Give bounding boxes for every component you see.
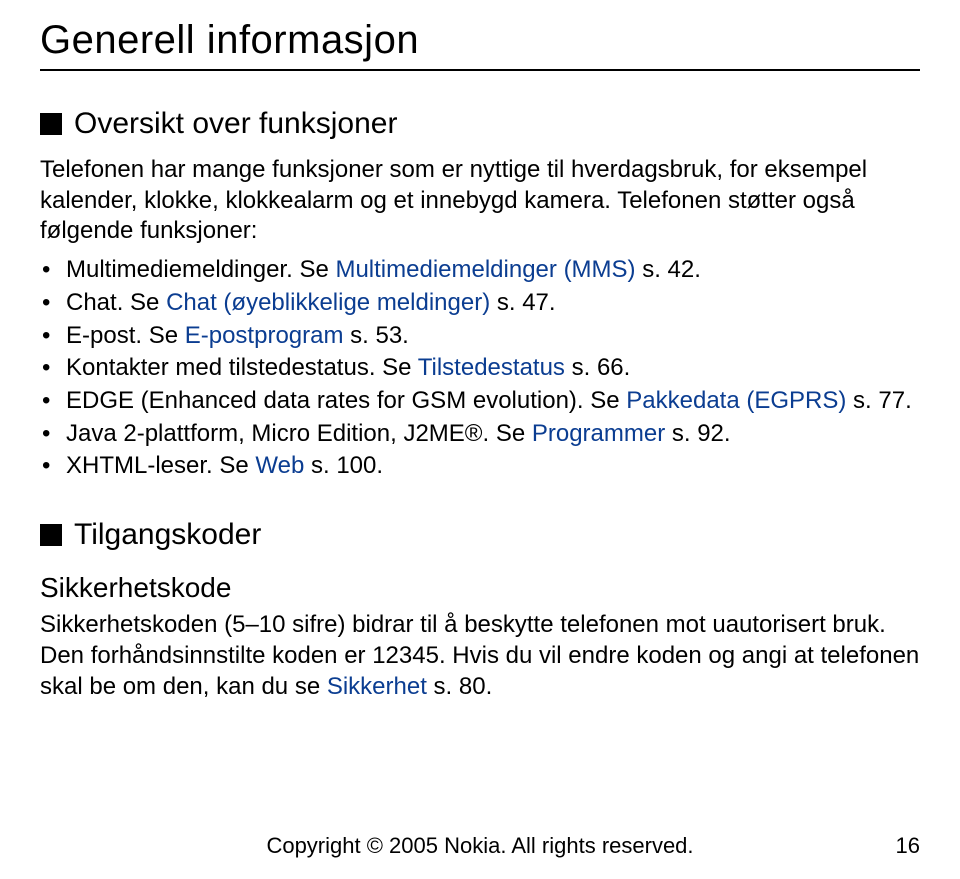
section-heading: Tilgangskoder bbox=[40, 518, 920, 552]
link-sikkerhet[interactable]: Sikkerhet bbox=[327, 673, 427, 700]
list-item-text: Multimediemeldinger. Se bbox=[66, 256, 335, 283]
list-item: Multimediemeldinger. Se Multimediemeldin… bbox=[40, 255, 920, 286]
list-item: EDGE (Enhanced data rates for GSM evolut… bbox=[40, 386, 920, 417]
link-web[interactable]: Web bbox=[255, 452, 304, 479]
list-item-text: Chat. Se bbox=[66, 289, 166, 316]
list-item-suffix: s. 53. bbox=[343, 322, 408, 349]
copyright-footer: Copyright © 2005 Nokia. All rights reser… bbox=[0, 833, 960, 859]
section-heading-text: Oversikt over funksjoner bbox=[74, 107, 397, 141]
list-item-suffix: s. 47. bbox=[490, 289, 555, 316]
list-item-text: XHTML-leser. Se bbox=[66, 452, 255, 479]
intro-paragraph: Telefonen har mange funksjoner som er ny… bbox=[40, 155, 920, 247]
section-tilgangskoder: Tilgangskoder Sikkerhetskode Sikkerhetsk… bbox=[40, 518, 920, 702]
list-item: Chat. Se Chat (øyeblikkelige meldinger) … bbox=[40, 288, 920, 319]
link-pakkedata[interactable]: Pakkedata (EGPRS) bbox=[626, 387, 846, 414]
list-item: Kontakter med tilstedestatus. Se Tilsted… bbox=[40, 353, 920, 384]
list-item-suffix: s. 77. bbox=[846, 387, 911, 414]
list-item-text: Java 2-plattform, Micro Edition, J2ME®. … bbox=[66, 420, 532, 447]
square-bullet-icon bbox=[40, 524, 62, 546]
list-item: XHTML-leser. Se Web s. 100. bbox=[40, 451, 920, 482]
body-suffix: s. 80. bbox=[427, 673, 492, 700]
section-heading-text: Tilgangskoder bbox=[74, 518, 261, 552]
list-item-suffix: s. 100. bbox=[304, 452, 383, 479]
link-tilstedestatus[interactable]: Tilstedestatus bbox=[418, 354, 565, 381]
list-item: Java 2-plattform, Micro Edition, J2ME®. … bbox=[40, 419, 920, 450]
subsection-body: Sikkerhetskoden (5–10 sifre) bidrar til … bbox=[40, 610, 920, 702]
link-chat[interactable]: Chat (øyeblikkelige meldinger) bbox=[166, 289, 490, 316]
list-item-suffix: s. 66. bbox=[565, 354, 630, 381]
list-item-suffix: s. 42. bbox=[636, 256, 701, 283]
list-item: E-post. Se E-postprogram s. 53. bbox=[40, 321, 920, 352]
feature-list: Multimediemeldinger. Se Multimediemeldin… bbox=[40, 255, 920, 482]
link-epost[interactable]: E-postprogram bbox=[185, 322, 344, 349]
page-number: 16 bbox=[896, 833, 920, 859]
list-item-text: Kontakter med tilstedestatus. Se bbox=[66, 354, 418, 381]
list-item-text: EDGE (Enhanced data rates for GSM evolut… bbox=[66, 387, 626, 414]
link-multimediemeldinger[interactable]: Multimediemeldinger (MMS) bbox=[335, 256, 635, 283]
subsection-title: Sikkerhetskode bbox=[40, 572, 920, 604]
document-page: Generell informasjon Oversikt over funks… bbox=[0, 0, 960, 879]
section-heading: Oversikt over funksjoner bbox=[40, 107, 920, 141]
list-item-text: E-post. Se bbox=[66, 322, 185, 349]
page-title: Generell informasjon bbox=[40, 18, 920, 71]
link-programmer[interactable]: Programmer bbox=[532, 420, 665, 447]
list-item-suffix: s. 92. bbox=[665, 420, 730, 447]
square-bullet-icon bbox=[40, 113, 62, 135]
section-oversikt: Oversikt over funksjoner Telefonen har m… bbox=[40, 107, 920, 482]
